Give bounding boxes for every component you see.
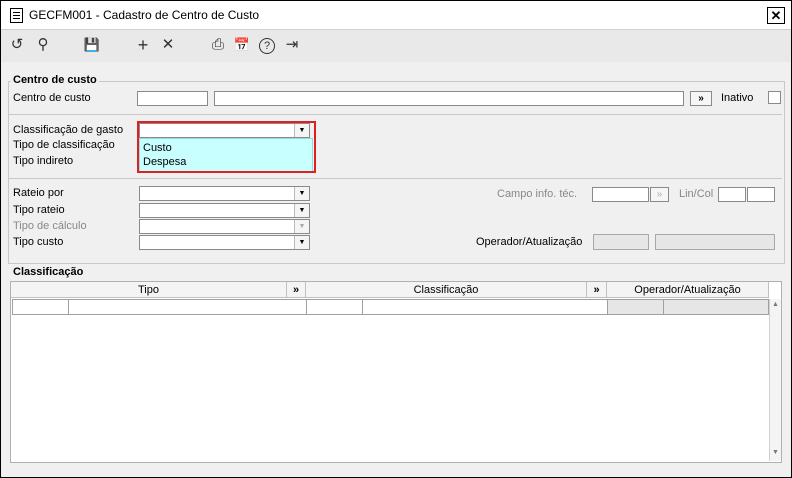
separator (9, 114, 782, 115)
undo-icon[interactable]: ↺ (7, 35, 27, 55)
centro-custo-section-title: Centro de custo (11, 74, 99, 86)
col-header-classificacao-lookup[interactable]: » (587, 282, 607, 298)
rateio-por-select[interactable]: ▼ (139, 186, 310, 201)
tipo-calculo-label: Tipo de cálculo (13, 220, 87, 232)
operador-atualizacao-label: Operador/Atualização (476, 236, 583, 248)
chevron-down-icon: ▼ (294, 204, 309, 217)
tipo-rateio-select[interactable]: ▼ (139, 203, 310, 218)
print-icon[interactable]: ⎙ (208, 35, 228, 55)
grid-cell-tipo-code[interactable] (12, 299, 69, 315)
exit-icon[interactable]: ⇥ (282, 35, 302, 55)
tipo-rateio-label: Tipo rateio (13, 204, 65, 216)
help-glyph: ? (259, 38, 275, 54)
grid-cell-class-desc[interactable] (362, 299, 608, 315)
document-icon (10, 8, 23, 23)
chevron-down-icon: ▼ (294, 187, 309, 200)
help-icon[interactable]: ? (257, 35, 277, 55)
inativo-checkbox[interactable] (768, 91, 781, 104)
calendar-icon[interactable]: 📅 (232, 35, 252, 55)
chevron-down-icon: ▼ (294, 236, 309, 249)
classificacao-gasto-label: Classificação de gasto (13, 124, 124, 136)
tipo-calculo-select: ▼ (139, 219, 310, 234)
centro-custo-description-input[interactable] (214, 91, 684, 106)
lin-input[interactable] (718, 187, 746, 202)
grid-scrollbar[interactable]: ▲ ▼ (769, 299, 781, 461)
col-header-tipo[interactable]: Tipo (11, 282, 287, 298)
tipo-custo-select[interactable]: ▼ (139, 235, 310, 250)
tipo-indireto-label: Tipo indireto (13, 155, 74, 167)
add-icon[interactable]: + (133, 35, 153, 55)
delete-icon[interactable]: ✕ (158, 35, 178, 55)
col-header-tipo-lookup[interactable]: » (287, 282, 306, 298)
separator (9, 178, 782, 179)
operador-input (593, 234, 649, 250)
title-bar: GECFM001 - Cadastro de Centro de Custo ✕ (1, 1, 791, 30)
save-icon[interactable]: 💾 (82, 35, 102, 55)
campo-info-lookup-button: » (650, 187, 669, 202)
campo-info-tec-label: Campo info. téc. (497, 188, 578, 200)
grid-cell-operador (607, 299, 664, 315)
centro-custo-lookup-button[interactable]: » (690, 91, 712, 106)
search-icon[interactable]: ⚲ (33, 35, 53, 55)
col-header-classificacao[interactable]: Classificação (306, 282, 587, 298)
tipo-classificacao-label: Tipo de classificação (13, 139, 115, 151)
grid-cell-class-code[interactable] (306, 299, 363, 315)
centro-custo-code-input[interactable] (137, 91, 208, 106)
window-title: GECFM001 - Cadastro de Centro de Custo (29, 8, 260, 22)
atualizacao-input (655, 234, 775, 250)
centro-custo-label: Centro de custo (13, 92, 91, 104)
scroll-down-icon[interactable]: ▼ (770, 447, 781, 459)
col-input[interactable] (747, 187, 775, 202)
grid-cell-atualizacao (663, 299, 769, 315)
chevron-down-icon: ▼ (294, 220, 309, 233)
toolbar: ↺ ⚲ 💾 + ✕ ⎙ 📅 ? ⇥ (1, 30, 791, 62)
classificacao-section-title: Classificação (11, 266, 86, 278)
highlight-box (137, 121, 316, 173)
campo-info-tec-input[interactable] (592, 187, 649, 202)
lin-col-label: Lin/Col (679, 188, 714, 200)
close-button[interactable]: ✕ (767, 7, 785, 24)
grid-cell-tipo-desc[interactable] (68, 299, 307, 315)
inativo-label: Inativo (721, 92, 754, 104)
col-header-operador[interactable]: Operador/Atualização (607, 282, 769, 298)
tipo-custo-label: Tipo custo (13, 236, 64, 248)
scroll-up-icon[interactable]: ▲ (770, 299, 781, 311)
rateio-por-label: Rateio por (13, 187, 64, 199)
classificacao-grid: Tipo » Classificação » Operador/Atualiza… (10, 281, 782, 463)
main-window: GECFM001 - Cadastro de Centro de Custo ✕… (0, 0, 792, 478)
